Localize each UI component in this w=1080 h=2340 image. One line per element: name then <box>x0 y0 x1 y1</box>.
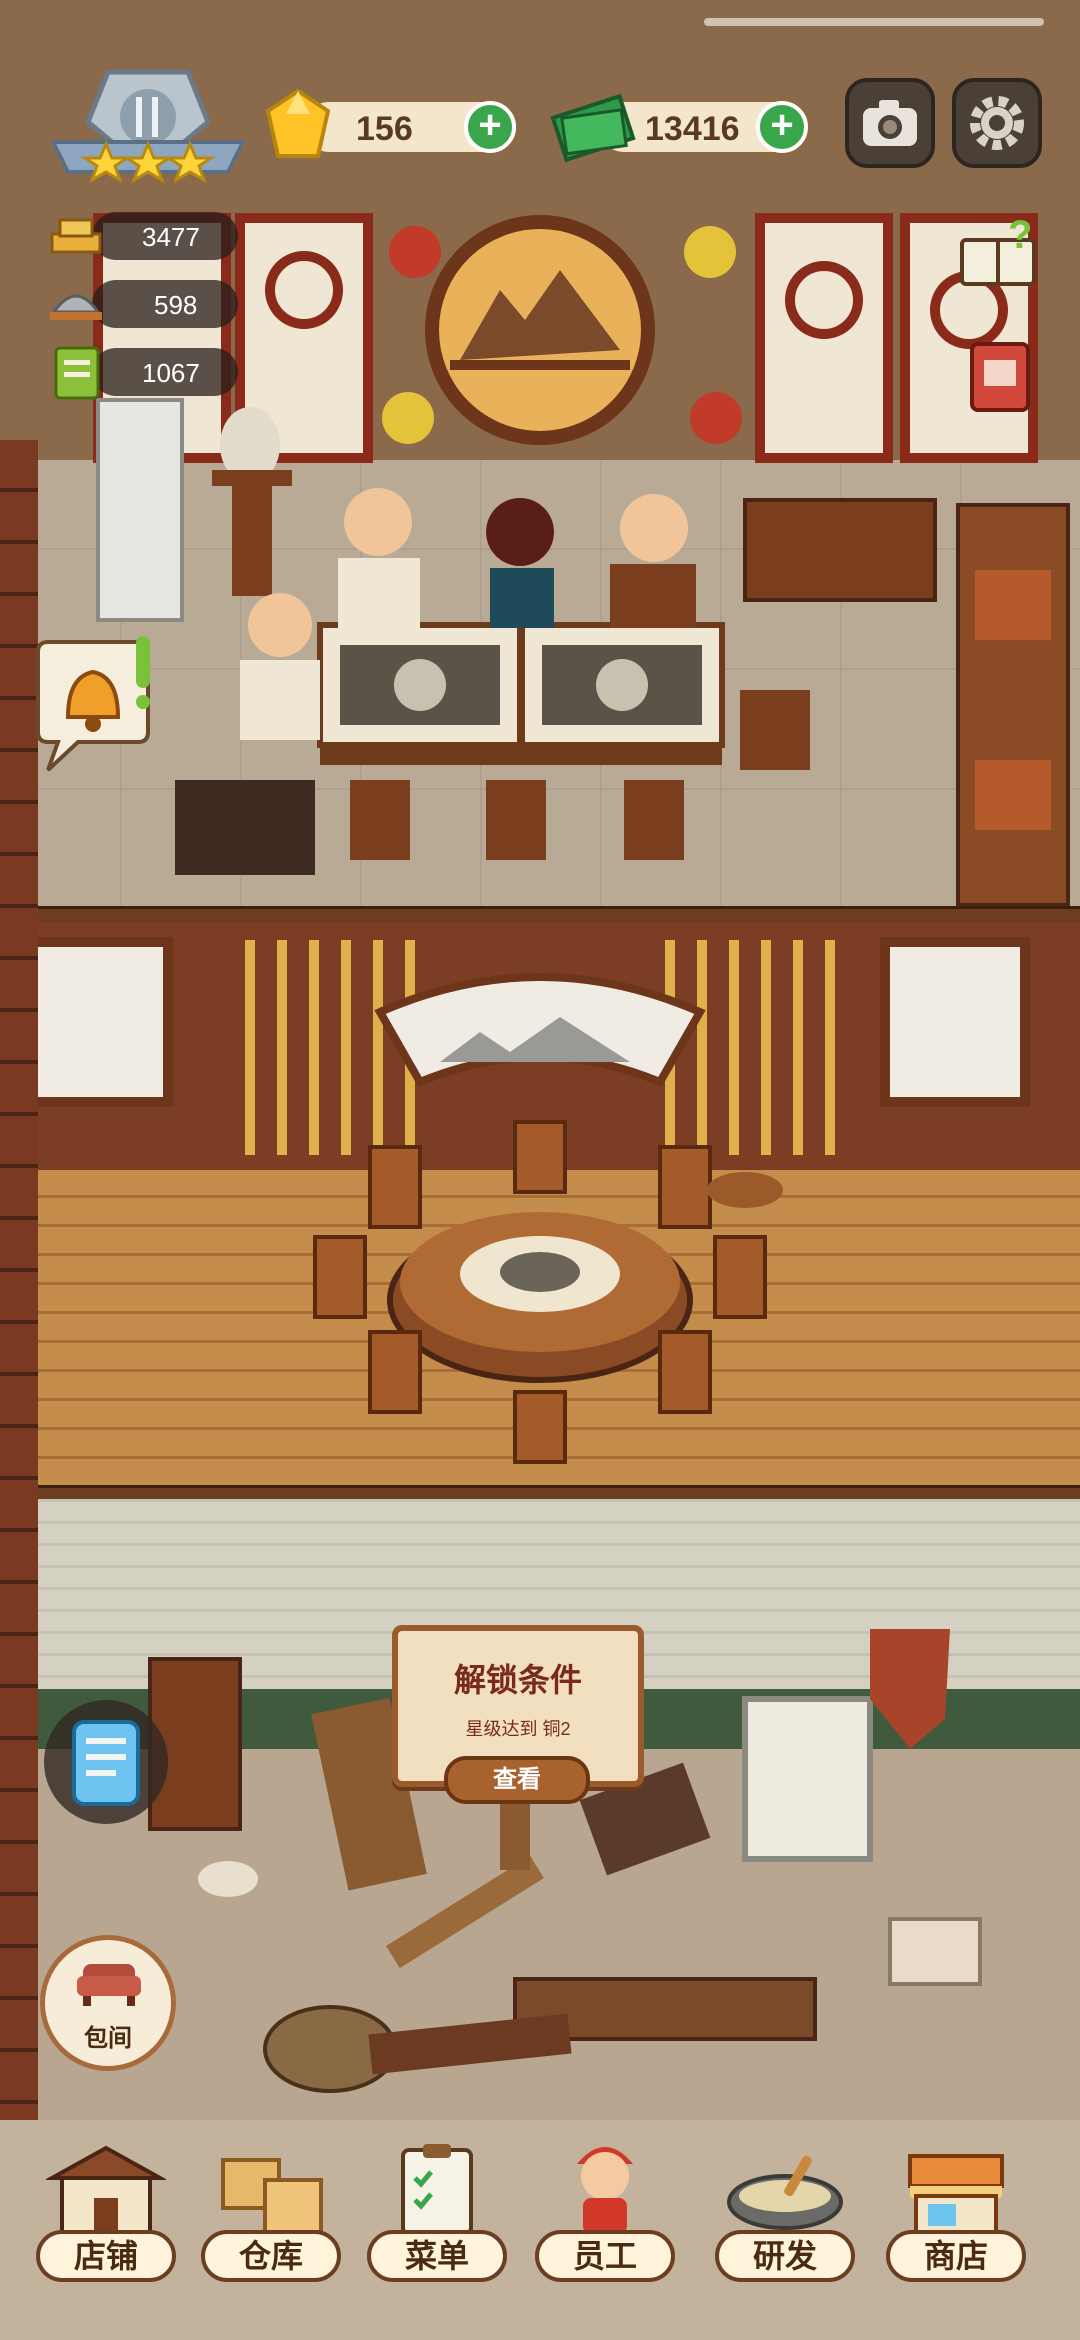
nav-label-research: 研发 <box>715 2230 855 2282</box>
bell-icon <box>36 636 150 772</box>
private-room-button[interactable]: 包间 <box>40 1935 176 2071</box>
menu-clipboard-icon <box>401 2144 473 2236</box>
cooking-wok-icon <box>727 2155 843 2230</box>
nav-menu[interactable]: 菜单 <box>367 2142 507 2282</box>
stat-tips-value: 3477 <box>142 222 200 252</box>
sofa-icon <box>77 1964 141 2006</box>
journal-book-button[interactable] <box>954 330 1046 422</box>
stat-row-recipes: 1067 <box>92 348 238 396</box>
nav-label-staff: 员工 <box>535 2230 675 2282</box>
unlock-title: 解锁条件 <box>453 1662 582 1698</box>
rating-badge-icon[interactable] <box>48 62 248 192</box>
add-cash-button[interactable]: + <box>756 101 808 153</box>
nav-label-warehouse: 仓库 <box>201 2230 341 2282</box>
nav-shop-building[interactable]: 店铺 <box>36 2142 176 2282</box>
dish-cover-icon <box>50 294 102 320</box>
store-stall-icon <box>908 2154 1004 2236</box>
nav-warehouse[interactable]: 仓库 <box>201 2142 341 2282</box>
stat-dishes-value: 598 <box>154 290 198 320</box>
svg-text:?: ? <box>1008 213 1032 257</box>
nav-staff[interactable]: 员工 <box>535 2142 675 2282</box>
sign-post <box>500 1800 530 1870</box>
gems-value: 156 <box>356 110 413 148</box>
system-status-bar <box>704 18 1044 26</box>
order-bell-notification[interactable] <box>28 632 158 772</box>
gear-icon <box>970 96 1024 150</box>
stat-recipes-value: 1067 <box>142 358 200 388</box>
nav-label-store: 商店 <box>886 2230 1026 2282</box>
nav-label-shop: 店铺 <box>36 2230 176 2282</box>
recipe-book-icon <box>54 346 100 400</box>
add-gems-button[interactable]: + <box>464 101 516 153</box>
staff-person-icon <box>577 2147 633 2234</box>
nav-store[interactable]: 商店 <box>886 2142 1026 2282</box>
private-room-label: 包间 <box>84 2025 132 2052</box>
stat-row-dishes: 598 <box>92 280 238 328</box>
clipboard-icon <box>72 1720 140 1806</box>
cash-icon <box>550 93 636 163</box>
unlock-condition-text: 星级达到 铜2 <box>465 1719 571 1739</box>
nav-research[interactable]: 研发 <box>715 2142 855 2282</box>
private-room-scene <box>23 937 1030 1464</box>
stat-row-tips: 3477 <box>92 212 238 260</box>
shop-building-icon <box>46 2145 166 2234</box>
tip-tray-icon <box>50 218 102 254</box>
gem-icon <box>265 88 331 158</box>
nav-label-menu: 菜单 <box>367 2230 507 2282</box>
help-guide-button[interactable]: ? <box>952 210 1044 302</box>
settings-button[interactable] <box>952 78 1042 168</box>
warehouse-boxes-icon <box>221 2158 323 2234</box>
cash-value: 13416 <box>645 110 740 148</box>
camera-icon <box>863 100 917 146</box>
view-unlock-button[interactable]: 查看 <box>444 1756 590 1804</box>
camera-button[interactable] <box>845 78 935 168</box>
task-clipboard-button[interactable] <box>44 1700 168 1824</box>
